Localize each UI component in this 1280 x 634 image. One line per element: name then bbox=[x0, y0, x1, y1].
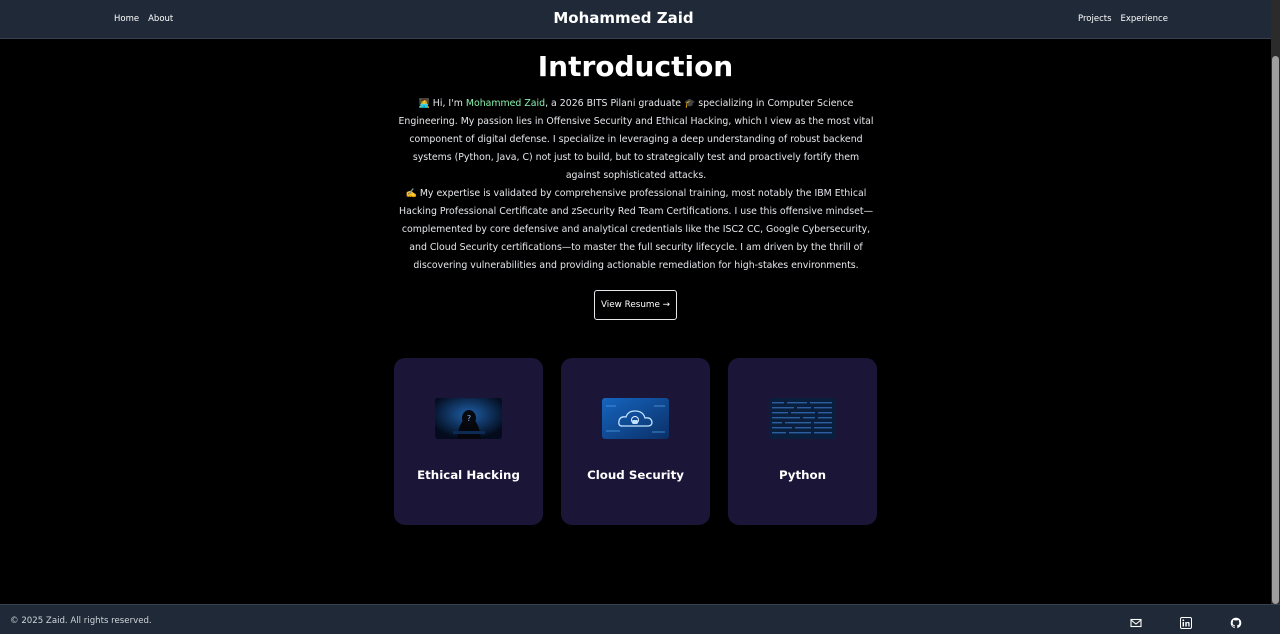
graduation-cap-emoji: 🎓 bbox=[684, 99, 696, 109]
footer: © 2025 Zaid. All rights reserved. bbox=[0, 604, 1280, 634]
code-matrix-image bbox=[769, 398, 836, 439]
site-brand[interactable]: Mohammed Zaid bbox=[0, 9, 1247, 27]
nav-right-links: Projects Experience bbox=[1078, 14, 1168, 24]
intro-title: Introduction bbox=[537, 50, 734, 83]
technologist-emoji: 🧑‍💻 bbox=[418, 99, 430, 109]
scrollbar-thumb[interactable] bbox=[1272, 56, 1279, 604]
intro-p1-mid: , a 2026 BITS Pilani graduate bbox=[545, 98, 685, 109]
linkedin-icon[interactable] bbox=[1180, 614, 1192, 629]
intro-p1-rest: specializing in Computer Science Enginee… bbox=[398, 98, 874, 181]
copyright-text: © 2025 Zaid. All rights reserved. bbox=[10, 616, 152, 626]
intro-p2-text: My expertise is validated by comprehensi… bbox=[399, 188, 873, 271]
skill-card-cloud-security[interactable]: Cloud Security bbox=[561, 358, 710, 525]
page-scrollbar[interactable] bbox=[1271, 0, 1280, 604]
nav-link-projects[interactable]: Projects bbox=[1078, 14, 1112, 24]
card-title: Ethical Hacking bbox=[417, 468, 520, 482]
hooded-hacker-image: ? bbox=[435, 398, 502, 439]
github-icon[interactable] bbox=[1230, 614, 1242, 629]
intro-name-highlight: Mohammed Zaid bbox=[465, 98, 546, 109]
card-title: Cloud Security bbox=[587, 468, 684, 482]
svg-text:?: ? bbox=[467, 414, 471, 423]
cloud-lock-image bbox=[602, 398, 669, 439]
card-title: Python bbox=[778, 468, 827, 482]
view-resume-button[interactable]: View Resume → bbox=[594, 290, 677, 320]
intro-p1-start: Hi, I'm bbox=[429, 98, 466, 109]
navbar: Home About Mohammed Zaid Projects Experi… bbox=[0, 0, 1271, 39]
mail-icon[interactable] bbox=[1130, 614, 1142, 628]
intro-text: 🧑‍💻 Hi, I'm Mohammed Zaid, a 2026 BITS P… bbox=[398, 95, 874, 275]
writing-hand-emoji: ✍️ bbox=[405, 189, 417, 199]
skill-card-python[interactable]: Python bbox=[728, 358, 877, 525]
nav-link-experience[interactable]: Experience bbox=[1121, 14, 1168, 24]
skill-card-ethical-hacking[interactable]: ? Ethical Hacking bbox=[394, 358, 543, 525]
